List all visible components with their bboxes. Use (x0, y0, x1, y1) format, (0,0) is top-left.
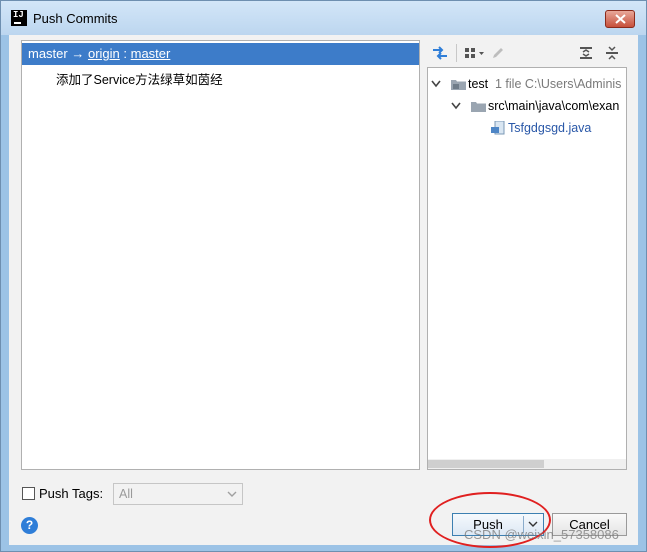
horizontal-scrollbar[interactable] (428, 459, 626, 469)
local-branch: master (28, 46, 68, 61)
collapse-all-icon[interactable] (603, 44, 621, 62)
title-bar: IJ Push Commits (1, 1, 646, 35)
compare-icon[interactable] (431, 44, 449, 62)
commits-panel: master → origin : master 添加了Service方法绿草如… (21, 40, 420, 470)
push-tags-label[interactable]: Push Tags: (39, 486, 103, 501)
dialog-content: master → origin : master 添加了Service方法绿草如… (9, 35, 638, 545)
chevron-down-icon (451, 102, 461, 110)
branch-separator: : (119, 46, 131, 61)
changed-files-panel: test 1 file C:\Users\Adminis src\main\ja… (427, 40, 627, 470)
remote-link[interactable]: origin (88, 46, 120, 61)
java-file-icon (491, 121, 505, 135)
remote-branch-link[interactable]: master (131, 46, 171, 61)
toolbar-separator (456, 44, 457, 62)
module-name: test (468, 77, 489, 91)
module-folder-icon (451, 80, 466, 90)
push-arrow: → (71, 46, 85, 61)
close-button[interactable] (605, 10, 635, 28)
folder-icon (471, 102, 486, 112)
commit-item[interactable]: 添加了Service方法绿草如茵经 (56, 69, 223, 88)
files-toolbar (427, 40, 627, 66)
window-title: Push Commits (33, 11, 118, 26)
edit-icon[interactable] (489, 44, 507, 62)
close-icon (615, 14, 626, 24)
group-by-icon[interactable] (463, 44, 487, 62)
changed-files-tree: test 1 file C:\Users\Adminis src\main\ja… (427, 67, 627, 470)
tags-dropdown[interactable]: All (113, 483, 243, 505)
push-commits-dialog: IJ Push Commits master → origin : master… (0, 0, 647, 552)
file-name: Tsfgdgsgd.java (508, 121, 592, 135)
intellij-app-icon: IJ (11, 10, 27, 26)
scrollbar-thumb[interactable] (428, 460, 544, 468)
watermark: CSDN @weixin_57358086 (464, 527, 619, 542)
push-tags-checkbox[interactable] (22, 487, 35, 500)
module-meta: 1 file C:\Users\Adminis (495, 77, 622, 91)
help-icon[interactable]: ? (21, 517, 38, 534)
directory-path: src\main\java\com\exan (488, 99, 620, 113)
expand-all-icon[interactable] (577, 44, 595, 62)
branch-row[interactable]: master → origin : master (22, 43, 419, 65)
chevron-down-icon (227, 491, 237, 497)
chevron-down-icon (431, 80, 441, 88)
tags-dropdown-value: All (119, 487, 133, 501)
